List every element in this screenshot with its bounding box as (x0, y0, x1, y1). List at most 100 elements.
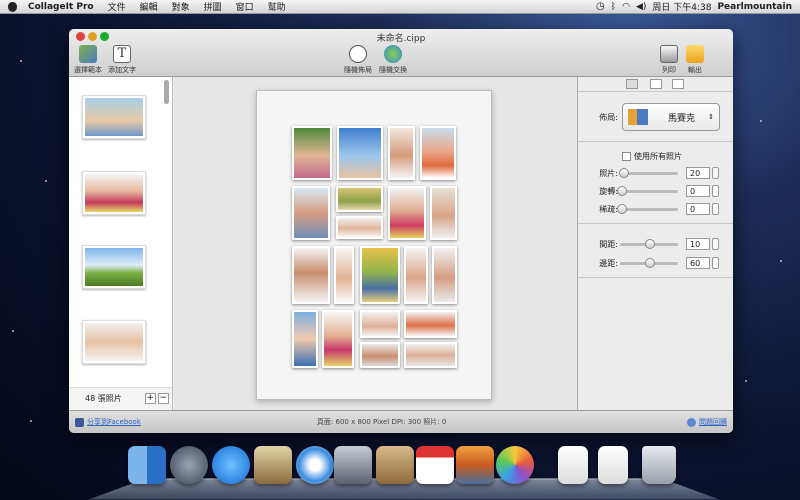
layout-select[interactable]: 馬賽克 ⇕ (622, 103, 720, 131)
slider-knob[interactable] (645, 257, 655, 268)
collage-photo[interactable] (404, 342, 457, 368)
fill-stepper[interactable] (712, 203, 719, 215)
slider-knob[interactable] (645, 238, 655, 249)
spacing-label: 間距: (599, 239, 618, 249)
menu-user[interactable]: Pearlmountain (717, 2, 792, 12)
use-all-photos-checkbox[interactable] (622, 151, 631, 161)
collage-photo[interactable] (336, 186, 383, 212)
volume-icon[interactable]: ◀) (636, 2, 646, 12)
add-photo-button[interactable]: + (144, 393, 156, 404)
collage-photo[interactable] (360, 310, 400, 338)
margin-stepper[interactable] (712, 257, 719, 269)
title-bar: 未命名.cipp 選擇範本 T 添加文字 隨機佈局 隨機交換 列印 輸出 (69, 29, 733, 77)
collage-photo[interactable] (388, 186, 426, 240)
margin-slider[interactable] (620, 257, 678, 268)
sidebar-footer: 48 張照片 + − (69, 387, 172, 409)
feedback-link[interactable]: 問題回饋 (699, 417, 727, 427)
collage-photo[interactable] (360, 342, 400, 368)
menu-edit[interactable]: 編輯 (133, 0, 165, 13)
photo-thumbnail[interactable] (82, 171, 146, 215)
layout-label: 佈局: (599, 112, 618, 122)
page-tab[interactable] (672, 79, 684, 89)
menu-collage[interactable]: 拼圖 (197, 0, 229, 13)
wifi-icon[interactable]: ◠ (622, 2, 630, 12)
safari-icon[interactable] (296, 446, 334, 484)
collage-photo[interactable] (292, 186, 330, 240)
calendar-icon[interactable] (416, 446, 454, 484)
rotate-slider[interactable] (617, 185, 678, 196)
address-book-icon[interactable] (376, 446, 414, 484)
remove-photo-button[interactable]: − (157, 393, 169, 404)
add-text-button[interactable]: T 添加文字 (100, 45, 144, 75)
inspector-panel: 佈局: 馬賽克 ⇕ 使用所有照片 照片: 20 旋轉: 0 稀疏: 0 間距: … (577, 77, 733, 410)
collage-photo[interactable] (404, 246, 428, 304)
export-button[interactable]: 輸出 (673, 45, 717, 75)
menu-bar: CollageIt Pro 文件 編輯 對象 拼圖 窗口 幫助 ◷ ᛒ ◠ ◀)… (0, 0, 800, 14)
layout-row: 佈局: 馬賽克 ⇕ (578, 103, 733, 131)
collageit-icon[interactable] (496, 446, 534, 484)
collage-photo[interactable] (404, 310, 457, 338)
document-icon[interactable] (558, 446, 588, 484)
fill-input[interactable]: 0 (686, 203, 710, 215)
trash-icon[interactable] (642, 446, 676, 484)
sidebar-scrollbar[interactable] (164, 80, 169, 104)
collage-photo[interactable] (336, 216, 383, 239)
photo-thumbnail[interactable] (82, 320, 146, 364)
facebook-icon[interactable] (75, 417, 84, 427)
menu-object[interactable]: 對象 (165, 0, 197, 13)
chevron-updown-icon: ⇕ (708, 113, 714, 121)
collage-photo[interactable] (388, 126, 415, 180)
photo-sidebar[interactable]: 48 張照片 + − (69, 77, 173, 410)
photo-thumbnail[interactable] (82, 95, 146, 139)
time-machine-icon[interactable]: ◷ (596, 1, 605, 12)
rotate-stepper[interactable] (712, 185, 719, 197)
menu-window[interactable]: 窗口 (229, 0, 261, 13)
document-icon[interactable] (598, 446, 628, 484)
collage-photo[interactable] (292, 310, 318, 368)
menu-clock[interactable]: 周日 下午4:38 (652, 0, 711, 13)
collage-photo[interactable] (360, 246, 400, 304)
photos-slider[interactable] (619, 167, 678, 178)
apple-icon[interactable] (8, 1, 17, 12)
bluetooth-icon[interactable]: ᛒ (611, 2, 616, 12)
collage-photo[interactable] (292, 246, 330, 304)
star (780, 260, 782, 262)
launchpad-icon[interactable] (170, 446, 208, 484)
slider-knob[interactable] (619, 167, 629, 178)
rotate-input[interactable]: 0 (686, 185, 710, 197)
random-swap-button[interactable]: 隨機交換 (371, 45, 415, 75)
slider-knob[interactable] (617, 203, 627, 214)
collage-photo[interactable] (334, 246, 354, 304)
spacing-input[interactable]: 10 (686, 238, 710, 250)
add-text-label: 添加文字 (108, 66, 136, 74)
background-tab[interactable] (650, 79, 662, 89)
collage-photo[interactable] (337, 126, 383, 180)
collage-canvas[interactable] (174, 77, 577, 410)
photos-input[interactable]: 20 (686, 167, 710, 179)
mail-icon[interactable] (254, 446, 292, 484)
spacing-slider[interactable] (620, 238, 678, 249)
collage-page[interactable] (256, 90, 492, 400)
photos-stepper[interactable] (712, 167, 719, 179)
menu-app-name[interactable]: CollageIt Pro (21, 2, 101, 12)
collage-photo[interactable] (430, 186, 457, 240)
share-facebook-link[interactable]: 分享到Facebook (87, 417, 141, 427)
photo-thumbnail[interactable] (82, 245, 146, 289)
slider-knob[interactable] (617, 185, 627, 196)
app-store-icon[interactable] (212, 446, 250, 484)
collage-photo[interactable] (420, 126, 456, 180)
facetime-icon[interactable] (334, 446, 372, 484)
collage-photo[interactable] (322, 310, 354, 368)
layout-tab[interactable] (626, 79, 638, 89)
menu-file[interactable]: 文件 (101, 0, 133, 13)
star (20, 60, 22, 62)
collage-photo[interactable] (432, 246, 457, 304)
menu-help[interactable]: 幫助 (261, 0, 293, 13)
feedback-icon[interactable] (687, 417, 696, 427)
margin-input[interactable]: 60 (686, 257, 710, 269)
iphoto-icon[interactable] (456, 446, 494, 484)
collage-photo[interactable] (292, 126, 332, 180)
spacing-stepper[interactable] (712, 238, 719, 250)
fill-slider[interactable] (617, 203, 678, 214)
finder-icon[interactable] (128, 446, 166, 484)
